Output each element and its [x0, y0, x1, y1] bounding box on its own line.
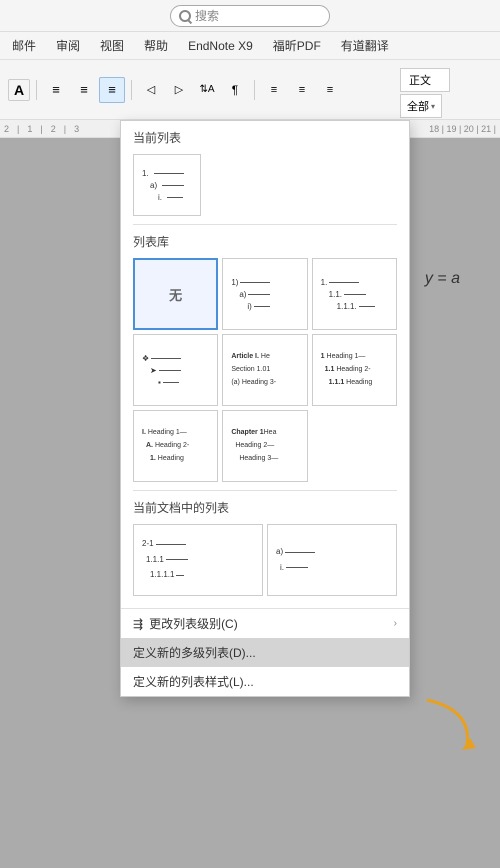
change-level-label: 更改列表级别(C) — [149, 615, 238, 632]
font-icon[interactable]: A — [8, 79, 30, 101]
filter-dropdown[interactable]: 全部 ▾ — [400, 94, 442, 118]
search-box[interactable]: 搜索 — [170, 5, 330, 27]
filter-arrow: ▾ — [431, 102, 435, 111]
library-grid: 无 1) a) i) 1. 1.1. 1.1.1. ❖ ➤ ▪ — [133, 258, 397, 482]
align-left-btn[interactable]: ≡ — [261, 77, 287, 103]
multilevel-list-dropdown: 当前列表 1. a) i. 列表库 无 1) a) i) 1. 1.1. — [120, 120, 410, 697]
style-dropdown[interactable]: 正文 — [400, 68, 450, 92]
toolbar-sep-3 — [254, 80, 255, 100]
current-list-area: 1. a) i. — [121, 150, 409, 224]
lib-numbered-paren[interactable]: 1) a) i) — [222, 258, 307, 330]
define-new-label: 定义新的多级列表(D)... — [133, 644, 256, 661]
style-label: 正文 — [409, 72, 431, 88]
menu-youdao[interactable]: 有道翻译 — [337, 35, 393, 56]
numbered-list-btn[interactable]: ≡ — [71, 77, 97, 103]
change-level-arrow: › — [394, 618, 397, 629]
sort-btn[interactable]: ⇅A — [194, 77, 220, 103]
library-area: 无 1) a) i) 1. 1.1. 1.1.1. ❖ ➤ ▪ — [121, 254, 409, 490]
current-list-thumb[interactable]: 1. a) i. — [133, 154, 201, 216]
toolbar-sep-1 — [36, 80, 37, 100]
bottom-menu: ⇶ 更改列表级别(C) › 定义新的多级列表(D)... 定义新的列表样式(L)… — [121, 608, 409, 696]
lib-symbols[interactable]: ❖ ➤ ▪ — [133, 334, 218, 406]
define-style-label: 定义新的列表样式(L)... — [133, 673, 254, 690]
search-placeholder: 搜索 — [195, 7, 219, 24]
menu-foxit[interactable]: 福昕PDF — [269, 35, 325, 56]
menu-view[interactable]: 视图 — [96, 35, 128, 56]
style-selector-group: 正文 全部 ▾ — [400, 68, 450, 118]
toolbar-left-group: A ≡ ≡ ≡ ◁ ▷ ⇅A ¶ ≡ ≡ ≡ — [8, 77, 343, 103]
define-new-item[interactable]: 定义新的多级列表(D)... — [121, 638, 409, 667]
menu-help[interactable]: 帮助 — [140, 35, 172, 56]
toolbar: A ≡ ≡ ≡ ◁ ▷ ⇅A ¶ ≡ ≡ ≡ 正文 全部 ▾ — [0, 60, 500, 120]
multilevel-list-btn[interactable]: ≡ — [99, 77, 125, 103]
menu-mail[interactable]: 邮件 — [8, 35, 40, 56]
doc-grid: 2-1 1.1.1 1.1.1.1 a) i. — [133, 524, 397, 596]
menu-review[interactable]: 审阅 — [52, 35, 84, 56]
doc-list-1[interactable]: 2-1 1.1.1 1.1.1.1 — [133, 524, 263, 596]
lib-roman-heading[interactable]: I. Heading 1— A. Heading 2- 1. Heading — [133, 410, 218, 482]
lib-heading1[interactable]: 1 Heading 1— 1.1 Heading 2- 1.1.1 Headin… — [312, 334, 397, 406]
none-label: 无 — [169, 285, 182, 304]
filter-label: 全部 — [407, 98, 429, 114]
change-level-item[interactable]: ⇶ 更改列表级别(C) › — [121, 609, 409, 638]
doc-list-2[interactable]: a) i. — [267, 524, 397, 596]
lib-numbered-dot[interactable]: 1. 1.1. 1.1.1. — [312, 258, 397, 330]
indent-dec-btn[interactable]: ◁ — [138, 77, 164, 103]
define-style-item[interactable]: 定义新的列表样式(L)... — [121, 667, 409, 696]
align-center-btn[interactable]: ≡ — [289, 77, 315, 103]
menu-bar: 邮件 审阅 视图 帮助 EndNote X9 福昕PDF 有道翻译 — [0, 32, 500, 60]
change-level-icon: ⇶ — [133, 617, 143, 631]
pilcrow-btn[interactable]: ¶ — [222, 77, 248, 103]
align-right-btn[interactable]: ≡ — [317, 77, 343, 103]
search-icon — [179, 10, 191, 22]
bullet-list-btn[interactable]: ≡ — [43, 77, 69, 103]
current-list-title: 当前列表 — [121, 121, 409, 150]
lib-article-section[interactable]: Article I. He Section 1.01 (a) Heading 3… — [222, 334, 307, 406]
menu-endnote[interactable]: EndNote X9 — [184, 37, 257, 55]
lib-chapter[interactable]: Chapter 1Hea Heading 2— Heading 3— — [222, 410, 307, 482]
doc-list-area: 2-1 1.1.1 1.1.1.1 a) i. — [121, 520, 409, 604]
toolbar-sep-2 — [131, 80, 132, 100]
lib-none[interactable]: 无 — [133, 258, 218, 330]
library-title: 列表库 — [121, 225, 409, 254]
indent-inc-btn[interactable]: ▷ — [166, 77, 192, 103]
document-lists-title: 当前文档中的列表 — [121, 491, 409, 520]
title-bar: 搜索 — [0, 0, 500, 32]
equation-display: y = a — [425, 270, 460, 288]
